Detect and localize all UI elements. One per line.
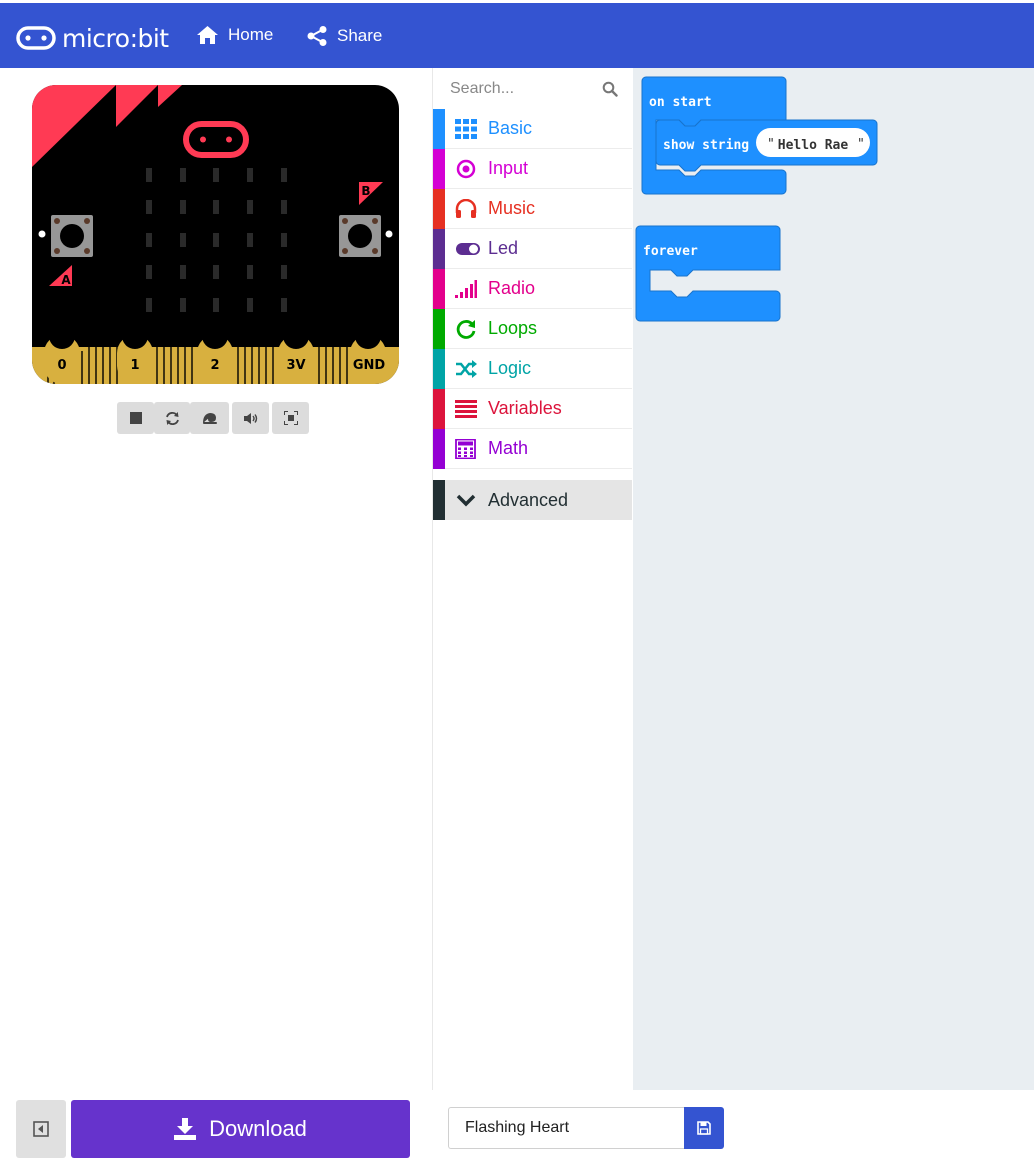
string-value: Hello Rae [778, 138, 849, 153]
category-color-bar [433, 189, 445, 229]
save-project-button[interactable] [684, 1107, 724, 1149]
category-basic[interactable]: Basic [433, 109, 632, 149]
open-quote: " [767, 137, 775, 152]
simulator-panel: 0 1 2 3V GND A B [0, 68, 433, 1090]
category-label: Music [488, 198, 536, 218]
show-string-block[interactable]: show string " Hello Rae " [655, 119, 878, 172]
download-label: Download [209, 1116, 307, 1141]
category-label: Basic [488, 118, 533, 138]
category-label: Led [488, 238, 519, 258]
lines-icon [455, 400, 477, 418]
stop-button[interactable] [117, 402, 154, 434]
button-a[interactable] [51, 215, 93, 257]
simulator-controls [117, 402, 309, 434]
grid-icon [455, 119, 477, 139]
category-color-bar [433, 480, 445, 520]
category-music[interactable]: Music [433, 189, 632, 229]
category-color-bar [433, 349, 445, 389]
category-color-bar [433, 429, 445, 469]
category-logic[interactable]: Logic [433, 349, 632, 389]
close-quote: " [857, 137, 865, 152]
toggle-icon [456, 243, 480, 255]
speaker-icon [243, 412, 257, 424]
fullscreen-button[interactable] [272, 402, 309, 434]
category-label: Loops [488, 318, 538, 338]
blocks-canvas: on start show string " Hello Rae " forev… [635, 76, 878, 322]
mute-button[interactable] [232, 402, 269, 434]
share-label: Share [337, 26, 383, 45]
slow-motion-icon [202, 413, 217, 424]
restart-button[interactable] [154, 402, 190, 434]
signal-bars-icon [455, 280, 477, 298]
slow-motion-button[interactable] [190, 402, 229, 434]
category-color-bar [433, 309, 445, 349]
loop-icon [456, 320, 476, 339]
forever-label: forever [643, 244, 698, 259]
collapse-icon [33, 1121, 49, 1137]
shuffle-icon [456, 360, 477, 378]
calculator-icon [455, 439, 476, 459]
category-label: Variables [488, 398, 562, 418]
category-label: Radio [488, 278, 536, 298]
pin-label: 1 [130, 358, 139, 373]
category-input[interactable]: Input [433, 149, 632, 189]
show-string-label: show string [663, 138, 749, 153]
category-label: Input [488, 158, 529, 178]
chevron-down-icon [456, 494, 476, 507]
restart-icon [165, 411, 179, 425]
share-icon [307, 26, 327, 46]
fullscreen-icon [283, 411, 298, 425]
category-color-bar [433, 149, 445, 189]
category-math[interactable]: Math [433, 429, 632, 469]
top-menu-bar: micro:bit Home Share [0, 3, 1034, 68]
category-led[interactable]: Led [433, 229, 632, 269]
collapse-simulator-button[interactable] [16, 1100, 66, 1158]
radio-button-icon [456, 159, 476, 179]
pin-label: 0 [57, 358, 66, 373]
category-label: Logic [488, 358, 532, 378]
editor-footer: Download [0, 1090, 1034, 1162]
pin-label: 3V [286, 358, 305, 373]
category-color-bar [433, 229, 445, 269]
toolbox-search [433, 68, 632, 109]
home-icon [197, 26, 218, 44]
logo-text: micro:bit [62, 23, 169, 53]
search-input[interactable] [448, 76, 602, 102]
project-name-input[interactable] [448, 1107, 684, 1149]
on-start-label: on start [649, 95, 712, 110]
category-label: Advanced [488, 490, 569, 510]
microbit-board[interactable]: 0 1 2 3V GND A B [32, 85, 399, 385]
microbit-logo[interactable]: micro:bit [16, 23, 169, 53]
stop-icon [129, 412, 142, 424]
search-icon[interactable] [602, 81, 618, 97]
headphones-icon [455, 199, 477, 218]
blocks-workspace[interactable]: on start show string " Hello Rae " forev… [633, 68, 1034, 1090]
toolbox: Basic Input Music Led Radio [433, 68, 632, 1090]
category-variables[interactable]: Variables [433, 389, 632, 429]
button-a-label: A [61, 273, 71, 287]
pin-label: GND [353, 358, 386, 373]
forever-block[interactable]: forever [635, 225, 781, 322]
button-b-label: B [361, 184, 370, 198]
category-color-bar [433, 109, 445, 149]
category-color-bar [433, 389, 445, 429]
button-b[interactable] [339, 215, 381, 257]
category-loops[interactable]: Loops [433, 309, 632, 349]
category-radio[interactable]: Radio [433, 269, 632, 309]
pin-label: 2 [210, 358, 219, 373]
save-icon [697, 1121, 711, 1135]
category-label: Math [488, 438, 529, 458]
home-button[interactable]: Home [196, 25, 273, 45]
share-button[interactable]: Share [306, 25, 382, 47]
category-advanced[interactable]: Advanced [433, 480, 632, 520]
category-color-bar [433, 269, 445, 309]
download-button[interactable]: Download [71, 1100, 410, 1158]
microbit-logo-icon [16, 26, 56, 50]
download-icon [174, 1118, 197, 1140]
home-label: Home [228, 25, 274, 44]
